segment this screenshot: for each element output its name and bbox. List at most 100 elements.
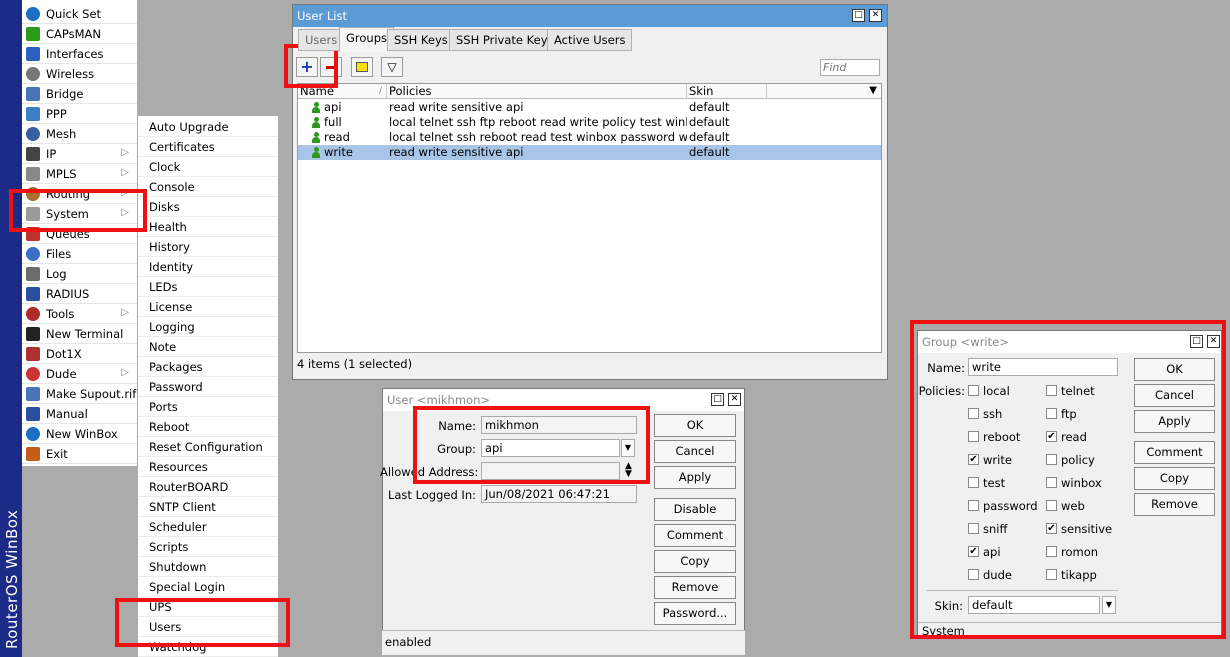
main-menu-item-ppp[interactable]: PPP [22, 104, 137, 124]
group-dialog-titlebar[interactable]: Group <write> □ ✕ [918, 331, 1221, 353]
policy-checkbox-api[interactable]: ✔ [968, 546, 979, 557]
main-menu-item-tools[interactable]: Tools ▷ [22, 304, 137, 324]
password--button[interactable]: Password... [654, 602, 736, 625]
system-submenu-item-ports[interactable]: Ports [138, 397, 278, 417]
close-icon[interactable]: ✕ [728, 393, 741, 406]
policy-checkbox-ssh[interactable] [968, 408, 979, 419]
main-menu-item-system[interactable]: System ▷ [22, 204, 137, 224]
main-menu-item-manual[interactable]: Manual [22, 404, 137, 424]
main-menu-item-wireless[interactable]: Wireless [22, 64, 137, 84]
main-menu-item-mesh[interactable]: Mesh [22, 124, 137, 144]
system-submenu-item-license[interactable]: License [138, 297, 278, 317]
system-submenu-item-routerboard[interactable]: RouterBOARD [138, 477, 278, 497]
policy-checkbox-write[interactable]: ✔ [968, 454, 979, 465]
system-submenu-item-identity[interactable]: Identity [138, 257, 278, 277]
group-ok-button[interactable]: OK [1134, 358, 1215, 381]
copy-button[interactable]: Copy [654, 550, 736, 573]
group-select[interactable]: api [481, 439, 620, 457]
system-submenu-item-note[interactable]: Note [138, 337, 278, 357]
system-submenu-item-reboot[interactable]: Reboot [138, 417, 278, 437]
main-menu-item-new-terminal[interactable]: New Terminal [22, 324, 137, 344]
group-cancel-button[interactable]: Cancel [1134, 384, 1215, 407]
main-menu-item-log[interactable]: Log [22, 264, 137, 284]
table-row[interactable]: read local telnet ssh reboot read test wi… [298, 130, 881, 145]
main-menu-item-mpls[interactable]: MPLS ▷ [22, 164, 137, 184]
skin-select[interactable]: default [968, 596, 1100, 614]
main-menu-item-quick-set[interactable]: Quick Set [22, 4, 137, 24]
column-header-policies[interactable]: Policies [387, 84, 687, 99]
ok-button[interactable]: OK [654, 414, 736, 437]
maximize-icon[interactable]: □ [711, 393, 724, 406]
main-menu-item-ip[interactable]: IP ▷ [22, 144, 137, 164]
system-submenu-item-scheduler[interactable]: Scheduler [138, 517, 278, 537]
system-submenu-item-resources[interactable]: Resources [138, 457, 278, 477]
system-submenu-item-certificates[interactable]: Certificates [138, 137, 278, 157]
system-submenu-item-console[interactable]: Console [138, 177, 278, 197]
cancel-button[interactable]: Cancel [654, 440, 736, 463]
user-list-titlebar[interactable]: User List □ ✕ [293, 5, 887, 27]
system-submenu-item-sntp-client[interactable]: SNTP Client [138, 497, 278, 517]
maximize-icon[interactable]: □ [1190, 335, 1203, 348]
system-submenu-item-watchdog[interactable]: Watchdog [138, 637, 278, 657]
group-apply-button[interactable]: Apply [1134, 410, 1215, 433]
policy-checkbox-local[interactable] [968, 385, 979, 396]
main-menu-item-dude[interactable]: Dude ▷ [22, 364, 137, 384]
system-submenu-item-reset-configuration[interactable]: Reset Configuration [138, 437, 278, 457]
close-icon[interactable]: ✕ [1207, 335, 1220, 348]
main-menu-item-capsman[interactable]: CAPsMAN [22, 24, 137, 44]
policy-checkbox-read[interactable]: ✔ [1046, 431, 1057, 442]
policy-checkbox-reboot[interactable] [968, 431, 979, 442]
main-menu-item-interfaces[interactable]: Interfaces [22, 44, 137, 64]
main-menu-item-dot1x[interactable]: Dot1X [22, 344, 137, 364]
main-menu-item-routing[interactable]: Routing ▷ [22, 184, 137, 204]
policy-checkbox-web[interactable] [1046, 500, 1057, 511]
system-submenu-item-packages[interactable]: Packages [138, 357, 278, 377]
skin-dropdown-button[interactable]: ▼ [1102, 596, 1116, 614]
policy-checkbox-telnet[interactable] [1046, 385, 1057, 396]
policy-checkbox-password[interactable] [968, 500, 979, 511]
filter-button[interactable]: ▽ [381, 57, 403, 77]
column-chooser[interactable]: ▼ [767, 84, 881, 99]
system-submenu-item-history[interactable]: History [138, 237, 278, 257]
system-submenu-item-password[interactable]: Password [138, 377, 278, 397]
group-comment-button[interactable]: Comment [1134, 441, 1215, 464]
main-menu-item-exit[interactable]: Exit [22, 444, 137, 464]
table-row[interactable]: api read write sensitive api default [298, 100, 881, 115]
policy-checkbox-romon[interactable] [1046, 546, 1057, 557]
apply-button[interactable]: Apply [654, 466, 736, 489]
system-submenu-item-ups[interactable]: UPS [138, 597, 278, 617]
group-copy-button[interactable]: Copy [1134, 467, 1215, 490]
tab-users[interactable]: Users [298, 29, 345, 51]
find-input[interactable] [820, 59, 880, 76]
policy-checkbox-ftp[interactable] [1046, 408, 1057, 419]
maximize-icon[interactable]: □ [852, 9, 865, 22]
system-submenu-item-auto-upgrade[interactable]: Auto Upgrade [138, 117, 278, 137]
table-row[interactable]: full local telnet ssh ftp reboot read wri… [298, 115, 881, 130]
system-submenu-item-scripts[interactable]: Scripts [138, 537, 278, 557]
main-menu-item-make-supout-rif[interactable]: Make Supout.rif [22, 384, 137, 404]
system-submenu-item-clock[interactable]: Clock [138, 157, 278, 177]
system-submenu-item-logging[interactable]: Logging [138, 317, 278, 337]
column-header-name[interactable]: Name / [298, 84, 387, 99]
main-menu-item-files[interactable]: Files [22, 244, 137, 264]
group-name-field[interactable]: write [968, 358, 1118, 376]
policy-checkbox-sniff[interactable] [968, 523, 979, 534]
add-button[interactable]: + [296, 57, 318, 77]
updown-icon[interactable]: ▲ ▼ [625, 462, 632, 479]
user-dialog-titlebar[interactable]: User <mikhmon> □ ✕ [383, 389, 744, 411]
comment-button[interactable]: Comment [654, 524, 736, 547]
column-header-skin[interactable]: Skin [687, 84, 767, 99]
system-submenu-item-users[interactable]: Users [138, 617, 278, 637]
system-submenu-item-leds[interactable]: LEDs [138, 277, 278, 297]
user-name-field[interactable]: mikhmon [481, 416, 637, 434]
table-row[interactable]: write read write sensitive api default [298, 145, 881, 160]
main-menu-item-bridge[interactable]: Bridge [22, 84, 137, 104]
tab-ssh-private-keys[interactable]: SSH Private Keys [449, 29, 561, 51]
comment-button[interactable] [351, 57, 373, 77]
remove-button[interactable] [320, 57, 342, 77]
disable-button[interactable]: Disable [654, 498, 736, 521]
policy-checkbox-policy[interactable] [1046, 454, 1057, 465]
main-menu-item-new-winbox[interactable]: New WinBox [22, 424, 137, 444]
tab-active-users[interactable]: Active Users [547, 29, 633, 51]
allowed-address-field[interactable] [481, 462, 620, 480]
